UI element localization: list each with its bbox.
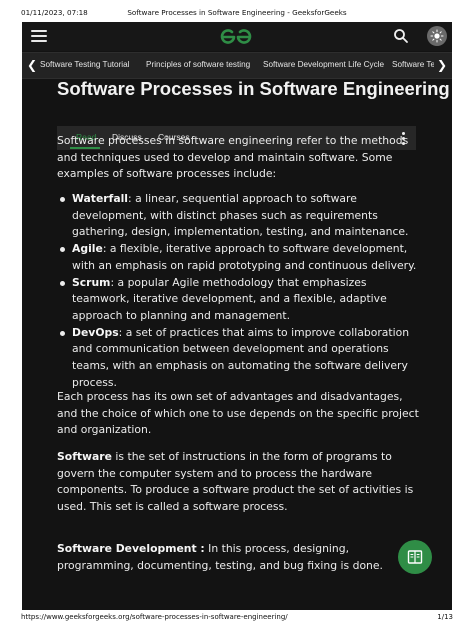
tag-link[interactable]: Software Development Life Cycle [263,60,384,69]
list-item-text: : a popular Agile methodology that empha… [72,275,387,322]
list-item-term: Agile [72,242,103,256]
advantages-paragraph: Each process has its own set of advantag… [57,390,419,437]
print-page-title: Software Processes in Software Engineeri… [127,8,347,17]
print-header: 01/11/2023, 07:18 Software Processes in … [0,0,474,22]
tag-link[interactable]: Principles of software testing [146,60,250,69]
process-list: Waterfall: a linear, sequential approach… [57,191,422,391]
list-item-term: Scrum [72,275,111,289]
software-development-term: Software Development : [57,542,205,555]
list-item-text: : a flexible, iterative approach to soft… [72,242,417,272]
tag-scroller: ❮ Software Testing Tutorial Principles o… [22,52,452,79]
print-page-number: 1/13 [437,613,453,621]
hamburger-icon[interactable] [31,30,47,42]
intro-paragraph: Software processes in software engineeri… [57,134,409,181]
sun-icon[interactable] [427,26,447,46]
search-icon[interactable] [393,28,409,44]
top-navbar [22,22,452,51]
article-title: Software Processes in Software Engineeri… [57,78,450,99]
software-development-paragraph: Software Development : In this process, … [57,541,422,574]
gfg-logo[interactable] [219,27,253,47]
book-icon [407,550,423,564]
list-item-term: Waterfall [72,192,129,205]
list-item: DevOps: a set of practices that aims to … [57,325,422,392]
chevron-left-icon[interactable]: ❮ [26,58,38,72]
chevron-right-icon[interactable]: ❯ [436,58,448,72]
list-item: Scrum: a popular Agile methodology that … [57,275,422,325]
list-item-term: DevOps [72,325,119,339]
list-item: Agile: a flexible, iterative approach to… [57,241,422,274]
tag-link[interactable]: Software Testing Life Cycle [392,60,434,69]
tag-link[interactable]: Software Testing Tutorial [40,60,130,69]
list-item: Waterfall: a linear, sequential approach… [57,191,422,241]
software-term: Software [57,450,112,463]
list-item-text: : a set of practices that aims to improv… [72,325,410,389]
print-url: https://www.geeksforgeeks.org/software-p… [21,613,288,621]
tag-list: Software Testing Tutorial Principles of … [40,53,434,78]
browser-page: ❮ Software Testing Tutorial Principles o… [22,22,452,610]
software-definition-paragraph: Software is the set of instructions in t… [57,449,422,516]
book-icon-button[interactable] [398,540,432,574]
print-footer: https://www.geeksforgeeks.org/software-p… [0,611,474,625]
